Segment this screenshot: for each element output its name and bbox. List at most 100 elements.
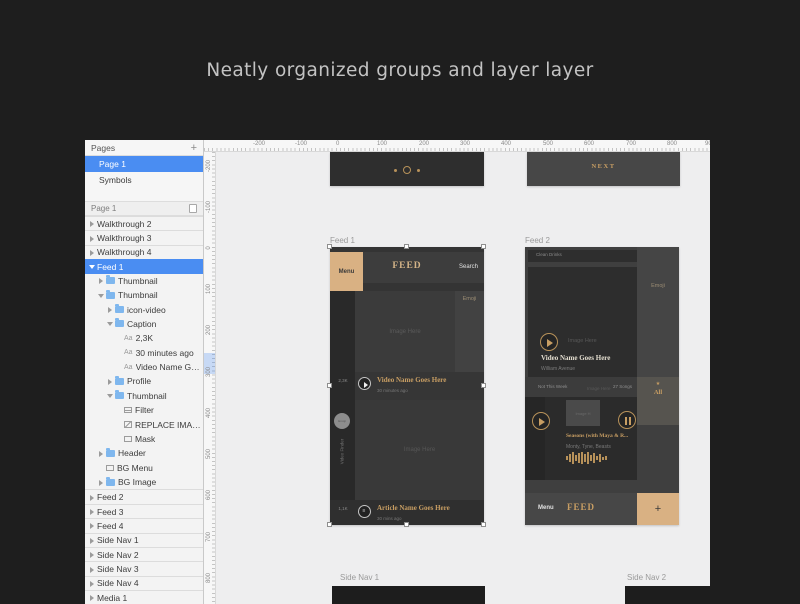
layer-row-caption[interactable]: Caption: [85, 317, 204, 331]
layer-row-video-name-goes-[interactable]: AaVideo Name Goes...: [85, 360, 204, 374]
layer-row-side-nav-1[interactable]: Side Nav 1: [85, 533, 204, 547]
disclosure-right-icon[interactable]: [98, 480, 103, 485]
page-item-page-1[interactable]: Page 1: [85, 156, 203, 172]
layer-row-replace-image[interactable]: REPLACE IMAGE: [85, 417, 204, 431]
layer-label: Side Nav 4: [97, 578, 139, 588]
layer-row-bg-menu[interactable]: BG Menu: [85, 461, 204, 475]
play-icon[interactable]: [532, 412, 550, 430]
ruler-label: 600: [584, 141, 594, 147]
layer-row-profile[interactable]: Profile: [85, 374, 204, 388]
add-page-button[interactable]: +: [191, 143, 197, 153]
next-button[interactable]: NEXT: [527, 163, 680, 170]
layer-label: Side Nav 2: [97, 550, 139, 560]
layer-list: Walkthrough 2Walkthrough 3Walkthrough 4 F…: [85, 216, 204, 604]
disclosure-down-icon[interactable]: [89, 264, 94, 269]
selection-handle[interactable]: [327, 383, 332, 388]
disclosure-right-icon[interactable]: [98, 451, 103, 456]
layer-row-thumbnail[interactable]: Thumbnail: [85, 389, 204, 403]
artboard-label-feed-2[interactable]: Feed 2: [525, 236, 550, 245]
layer-row-30-minutes-ago[interactable]: Aa30 minutes ago: [85, 346, 204, 360]
layer-row-thumbnail[interactable]: Thumbnail: [85, 274, 204, 288]
video-title[interactable]: Video Name Goes Here: [377, 376, 446, 384]
layer-row-feed-4[interactable]: Feed 4: [85, 518, 204, 532]
layer-row-header[interactable]: Header: [85, 446, 204, 460]
disclosure-right-icon[interactable]: [89, 552, 94, 557]
disclosure-right-icon[interactable]: [107, 307, 112, 312]
layer-row-thumbnail[interactable]: Thumbnail: [85, 288, 204, 302]
artboard-label-side-nav-2[interactable]: Side Nav 2: [627, 573, 666, 582]
artboard-label-side-nav-1[interactable]: Side Nav 1: [340, 573, 379, 582]
all-button[interactable]: ★ All: [637, 377, 679, 425]
disclosure-right-icon[interactable]: [89, 250, 94, 255]
layer-label: Walkthrough 2: [97, 219, 152, 229]
article-icon[interactable]: ≡: [358, 505, 371, 518]
layer-row-feed-2[interactable]: Feed 2: [85, 489, 204, 503]
layer-row-2-3k[interactable]: Aa2,3K: [85, 331, 204, 345]
artboard-feed-1[interactable]: Menu FEED Search Image Here Emoji 2,3K V…: [330, 247, 484, 525]
layer-row-side-nav-3[interactable]: Side Nav 3: [85, 561, 204, 575]
artboard-walkthrough-next-partial[interactable]: NEXT: [527, 152, 680, 186]
emoji-panel[interactable]: Emoji: [455, 291, 484, 372]
pause-icon[interactable]: [618, 411, 636, 429]
disclosure-right-icon[interactable]: [89, 523, 94, 528]
article-title[interactable]: Article Name Goes Here: [377, 504, 450, 512]
play-icon[interactable]: [540, 333, 558, 351]
canvas[interactable]: NEXT Feed 1 Menu FEED Search Image Here …: [216, 152, 710, 604]
disclosure-down-icon[interactable]: [98, 293, 103, 298]
ruler-label: -100: [295, 141, 307, 147]
disclosure-right-icon[interactable]: [89, 567, 94, 572]
selection-handle[interactable]: [481, 244, 486, 249]
layer-row-mask[interactable]: Mask: [85, 432, 204, 446]
layer-row-feed-1[interactable]: Feed 1: [85, 259, 204, 273]
selection-handle[interactable]: [481, 522, 486, 527]
artboard-walkthrough-partial[interactable]: [330, 152, 484, 186]
layer-row-feed-3[interactable]: Feed 3: [85, 504, 204, 518]
video-title[interactable]: Video Name Goes Here: [541, 354, 610, 362]
search-button[interactable]: Search: [459, 264, 478, 270]
disclosure-right-icon[interactable]: [89, 495, 94, 500]
disclosure-right-icon[interactable]: [89, 581, 94, 586]
page-item-symbols[interactable]: Symbols: [85, 172, 203, 188]
selection-handle[interactable]: [327, 522, 332, 527]
selection-handle[interactable]: [481, 383, 486, 388]
disclosure-right-icon[interactable]: [89, 538, 94, 543]
play-icon[interactable]: [358, 377, 371, 390]
artboard-side-nav-1[interactable]: [332, 586, 485, 604]
disclosure-down-icon[interactable]: [107, 393, 112, 398]
selection-handle[interactable]: [327, 244, 332, 249]
artboard-side-nav-2[interactable]: [625, 586, 710, 604]
disclosure-right-icon[interactable]: [89, 221, 94, 226]
layer-row-walkthrough-2[interactable]: Walkthrough 2: [85, 216, 204, 230]
layer-row-media-1[interactable]: Media 1: [85, 590, 204, 604]
disclosure-right-icon[interactable]: [98, 278, 103, 283]
menu-button[interactable]: Menu: [330, 252, 363, 291]
disclosure-right-icon[interactable]: [89, 509, 94, 514]
layer-list-header-label: Page 1: [91, 204, 116, 213]
disclosure-right-icon[interactable]: [89, 236, 94, 241]
track-title[interactable]: Seasons (with Maya & R...: [566, 433, 628, 439]
artboard-feed-2[interactable]: Clean Drinks Image Here Video Name Goes …: [525, 247, 679, 525]
layer-label: BG Image: [118, 477, 156, 487]
layer-row-walkthrough-3[interactable]: Walkthrough 3: [85, 230, 204, 244]
layer-label: Feed 1: [97, 262, 123, 272]
layer-row-walkthrough-4[interactable]: Walkthrough 4: [85, 245, 204, 259]
vertical-ruler[interactable]: -200-1000100200300400500600700800: [204, 152, 216, 604]
disclosure-down-icon[interactable]: [107, 321, 112, 326]
layer-row-side-nav-2[interactable]: Side Nav 2: [85, 547, 204, 561]
layer-label: Side Nav 1: [97, 535, 139, 545]
video-card[interactable]: Image Here Video Name Goes Here William …: [528, 267, 637, 377]
disclosure-right-icon[interactable]: [89, 595, 94, 600]
artboard-label-feed-1[interactable]: Feed 1: [330, 236, 355, 245]
disclosure-right-icon[interactable]: [107, 379, 112, 384]
image-placeholder: Image Here: [355, 291, 455, 372]
add-button[interactable]: +: [637, 493, 679, 525]
layer-row-filter[interactable]: Filter: [85, 403, 204, 417]
selection-handle[interactable]: [404, 244, 409, 249]
emoji-panel[interactable]: Emoji: [637, 247, 679, 377]
layer-row-side-nav-4[interactable]: Side Nav 4: [85, 576, 204, 590]
ruler-label: 0: [206, 242, 212, 254]
horizontal-ruler[interactable]: -200-1000100200300400500600700800900: [204, 140, 710, 152]
selection-handle[interactable]: [404, 522, 409, 527]
layer-row-bg-image[interactable]: BG Image: [85, 475, 204, 489]
layer-row-icon-video[interactable]: icon-video: [85, 302, 204, 316]
